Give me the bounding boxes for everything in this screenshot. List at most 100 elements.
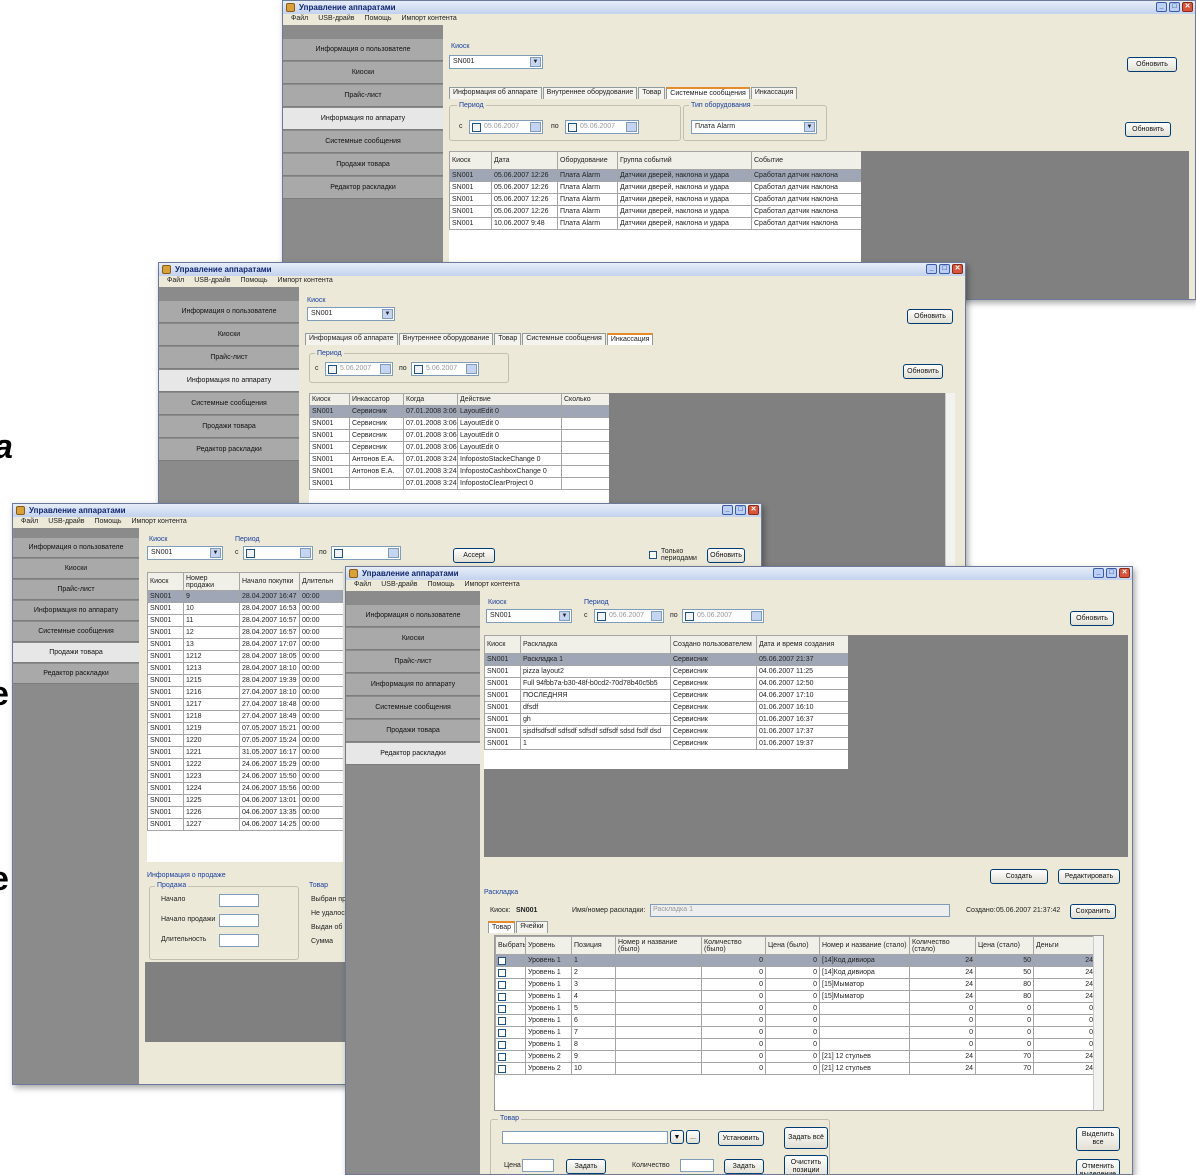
table-row[interactable]: Уровень 1500000	[495, 1002, 1096, 1015]
sidebar-item-system-messages[interactable]: Системные сообщения	[283, 131, 443, 153]
edit-button[interactable]: Редактировать	[1058, 869, 1120, 884]
goods-dropdown-button[interactable]: ▼	[670, 1130, 684, 1144]
table-row[interactable]: SN001 1227 04.06.2007 14:25 00:00	[147, 818, 343, 831]
sidebar-item-device-info[interactable]: Информация по аппарату	[346, 674, 480, 696]
column-header[interactable]: Действие	[457, 393, 562, 406]
browse-button[interactable]: ...	[686, 1130, 700, 1144]
menu-help[interactable]: Помощь	[240, 277, 267, 287]
equipment-type-select[interactable]: Плата Alarm ▼	[691, 120, 817, 134]
table-row[interactable]: SN001 13 28.04.2007 17:07 00:00	[147, 638, 343, 651]
accept-button[interactable]: Accept	[453, 548, 495, 563]
table-row[interactable]: SN001 05.06.2007 12:26 Плата Alarm Датчики …	[449, 193, 861, 206]
row-checkbox[interactable]	[498, 1016, 506, 1025]
column-header[interactable]: Инкассатор	[349, 393, 404, 406]
close-icon[interactable]: ✕	[748, 505, 759, 515]
date-from-checkbox[interactable]	[328, 365, 337, 374]
column-header[interactable]: Когда	[403, 393, 458, 406]
table-row[interactable]: SN001 Сервисник 07.01.2008 3:06 LayoutEdit …	[309, 441, 609, 454]
column-header[interactable]: Группа событий	[617, 151, 752, 170]
date-from-checkbox[interactable]	[472, 123, 481, 132]
sidebar-item-price-list[interactable]: Прайс-лист	[283, 85, 443, 107]
column-header[interactable]: Цена (стало)	[975, 936, 1034, 955]
sidebar-item-price-list[interactable]: Прайс-лист	[13, 580, 139, 600]
table-row[interactable]: SN001 05.06.2007 12:26 Плата Alarm Датчики …	[449, 181, 861, 194]
date-to-picker[interactable]: 5.06.2007	[411, 362, 479, 376]
column-header[interactable]: Раскладка	[520, 635, 671, 654]
table-row[interactable]: SN001 1223 24.06.2007 15:50 00:00	[147, 770, 343, 783]
table-row[interactable]: Уровень 2 9 0 0 [21] 12 стульев 24 70 24	[495, 1050, 1096, 1063]
sidebar-item-sales[interactable]: Продажи товара	[159, 416, 299, 438]
maximize-icon[interactable]: □	[735, 505, 746, 515]
table-row[interactable]: SN001 gh Сервисник 01.06.2007 16:37	[484, 713, 848, 726]
table-row[interactable]: SN001 Full 94fbb7a-b30-48f-b0cd2-70d78b40…	[484, 677, 848, 690]
column-header[interactable]: Киоск	[484, 635, 521, 654]
table-row[interactable]: SN001 1222 24.06.2007 15:29 00:00	[147, 758, 343, 771]
sidebar-item-device-info[interactable]: Информация по аппарату	[159, 370, 299, 392]
date-from-picker[interactable]	[243, 546, 313, 560]
maximize-icon[interactable]: □	[939, 264, 950, 274]
row-checkbox[interactable]	[498, 956, 506, 965]
sidebar-item-sales[interactable]: Продажи товара	[283, 154, 443, 176]
goods-select-field[interactable]	[502, 1131, 668, 1144]
table-row[interactable]: Уровень 1600000	[495, 1014, 1096, 1027]
column-header[interactable]: Количество (стало)	[909, 936, 976, 955]
menu-usb[interactable]: USB-драйв	[318, 15, 354, 25]
table-row[interactable]: Уровень 1700000	[495, 1026, 1096, 1039]
clear-positions-button[interactable]: Очистить позиции	[784, 1155, 828, 1174]
menu-import[interactable]: Импорт контента	[278, 277, 333, 287]
sidebar-item-kiosks[interactable]: Киоски	[283, 62, 443, 84]
date-to-picker[interactable]	[331, 546, 401, 560]
date-to-checkbox[interactable]	[414, 365, 423, 374]
sidebar-item-device-info[interactable]: Информация по аппарату	[13, 601, 139, 621]
sidebar-item-system-messages[interactable]: Системные сообщения	[159, 393, 299, 415]
sidebar-item-user-info[interactable]: Информация о пользователе	[159, 301, 299, 323]
table-row[interactable]: SN001 05.06.2007 12:26 Плата Alarm Датчики …	[449, 169, 861, 182]
table-row[interactable]: SN001 1226 04.06.2007 13:35 00:00	[147, 806, 343, 819]
column-header[interactable]: Деньги	[1033, 936, 1096, 955]
date-to-checkbox[interactable]	[334, 549, 343, 558]
sidebar-item-user-info[interactable]: Информация о пользователе	[283, 39, 443, 61]
column-header[interactable]: Номер и название (стало)	[819, 936, 910, 955]
tab-system-messages[interactable]: Системные сообщения	[666, 87, 750, 99]
column-header[interactable]: Количество (было)	[701, 936, 766, 955]
create-button[interactable]: Создать	[990, 869, 1048, 884]
close-icon[interactable]: ✕	[952, 264, 963, 274]
tab-goods[interactable]: Товар	[494, 333, 522, 345]
row-checkbox[interactable]	[498, 1064, 506, 1073]
row-checkbox[interactable]	[498, 1004, 506, 1013]
sidebar-item-layout-editor[interactable]: Редактор раскладки	[346, 743, 480, 765]
row-checkbox[interactable]	[498, 980, 506, 989]
table-row[interactable]: Уровень 1 4 0 0 [15]Мыматор 24 80 24	[495, 990, 1096, 1003]
menu-import[interactable]: Импорт контента	[132, 518, 187, 528]
quantity-field[interactable]	[680, 1159, 714, 1172]
table-row[interactable]: SN001 Сервисник 07.01.2008 3:06 LayoutEdit …	[309, 405, 609, 418]
refresh-collection-button[interactable]: Обновить	[903, 364, 943, 379]
table-row[interactable]: SN001 12 28.04.2007 16:57 00:00	[147, 626, 343, 639]
deselect-button[interactable]: Отменить выделение	[1076, 1159, 1120, 1174]
date-to-picker[interactable]: 05.06.2007	[565, 120, 639, 134]
column-header[interactable]: Номер и название (было)	[615, 936, 702, 955]
tab-system-messages[interactable]: Системные сообщения	[522, 333, 606, 345]
sidebar-item-sales[interactable]: Продажи товара	[346, 720, 480, 742]
price-field[interactable]	[522, 1159, 554, 1172]
table-row[interactable]: Уровень 1 1 0 0 [14]Код дивиора 24 50 24	[495, 954, 1096, 967]
column-header[interactable]: Цена (было)	[765, 936, 820, 955]
column-header[interactable]: Уровень	[525, 936, 572, 955]
table-row[interactable]: SN001 10 28.04.2007 16:53 00:00	[147, 602, 343, 615]
date-to-checkbox[interactable]	[568, 123, 577, 132]
minimize-icon[interactable]: _	[1093, 568, 1104, 578]
table-row[interactable]: SN001 Сервисник 07.01.2008 3:06 LayoutEdit …	[309, 417, 609, 430]
table-row[interactable]: SN001 1 Сервисник 01.06.2007 19:37	[484, 737, 848, 750]
tab-device-info[interactable]: Информация об аппарате	[305, 333, 398, 345]
table-row[interactable]: SN001 1225 04.06.2007 13:01 00:00	[147, 794, 343, 807]
sidebar-item-device-info[interactable]: Информация по аппарату	[283, 108, 443, 130]
minimize-icon[interactable]: _	[722, 505, 733, 515]
column-header[interactable]: Длительн	[299, 572, 343, 591]
table-row[interactable]: SN001 1220 07.05.2007 15:24 00:00	[147, 734, 343, 747]
menu-help[interactable]: Помощь	[364, 15, 391, 25]
column-header[interactable]: Номер продажи	[183, 572, 240, 591]
date-from-picker[interactable]: 05.06.2007	[594, 609, 664, 623]
sidebar-item-system-messages[interactable]: Системные сообщения	[346, 697, 480, 719]
minimize-icon[interactable]: _	[926, 264, 937, 274]
tab-internal-equipment[interactable]: Внутреннее оборудование	[542, 87, 638, 99]
